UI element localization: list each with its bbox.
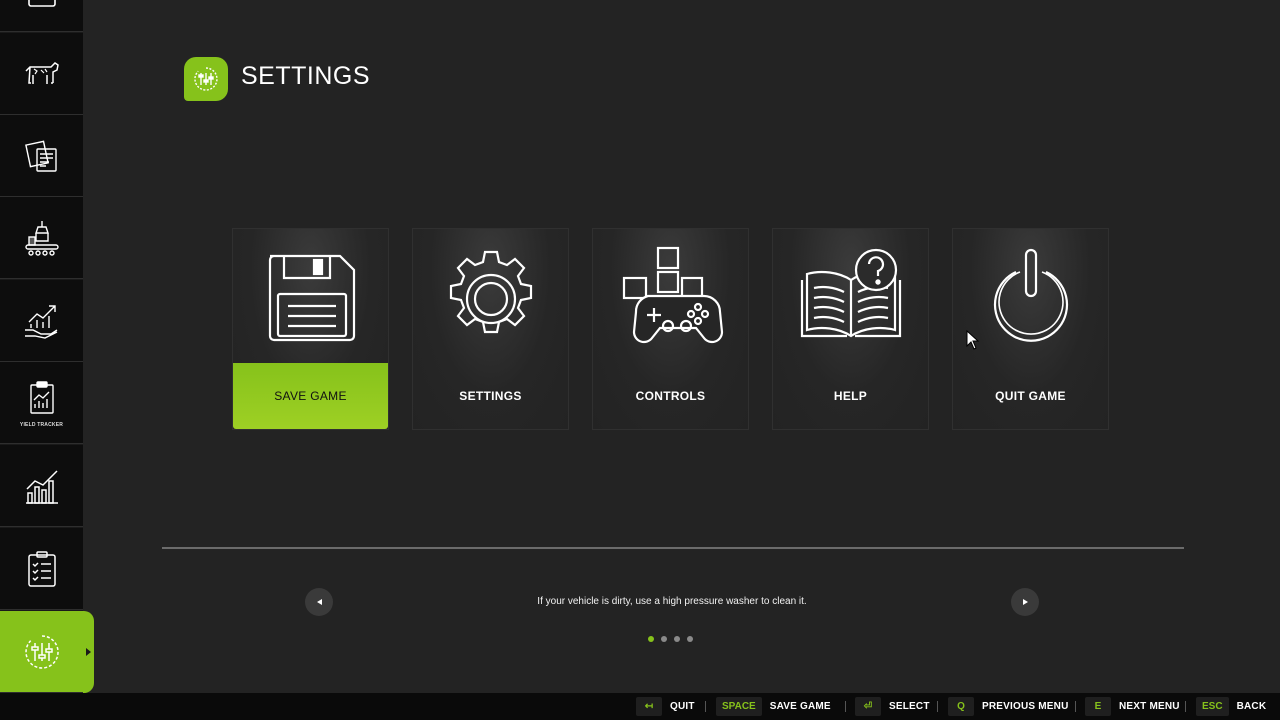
animals-icon: [24, 61, 59, 84]
tip-next-button[interactable]: [1011, 588, 1039, 616]
garage-icon: [27, 0, 56, 7]
sidebar-item-animals[interactable]: [0, 33, 83, 115]
sidebar-item-garage[interactable]: [0, 0, 83, 32]
hint-label: NEXT MENU: [1119, 701, 1180, 712]
sidebar-item-production[interactable]: [0, 197, 83, 279]
hint-label: SELECT: [889, 701, 930, 712]
sidebar-item-settings[interactable]: [0, 611, 83, 693]
key-space: SPACE: [716, 697, 762, 716]
key-backspace: ↤: [636, 697, 662, 716]
yield-tracker-icon: [29, 380, 54, 414]
tile-label: HELP: [833, 389, 868, 403]
page-dot[interactable]: [648, 636, 654, 642]
tip-text: If your vehicle is dirty, use a high pre…: [537, 596, 807, 607]
sidebar-item-yield-tracker[interactable]: YIELD TRACKER: [0, 362, 83, 444]
tile-label: SAVE GAME: [233, 363, 388, 429]
sidebar-item-contracts[interactable]: [0, 115, 83, 197]
hint-separator: [937, 701, 938, 712]
tile-label: CONTROLS: [635, 389, 706, 403]
floppy-disk-icon: [268, 254, 355, 342]
arrow-right-icon: [1022, 599, 1028, 605]
hint-separator: [845, 701, 846, 712]
hint-previous-menu[interactable]: Q PREVIOUS MENU: [948, 697, 1069, 716]
contracts-icon: [24, 140, 57, 172]
hint-quit[interactable]: ↤ QUIT: [636, 697, 695, 716]
mouse-cursor-icon: [966, 330, 980, 350]
finances-icon: [24, 304, 57, 339]
sidebar-item-statistics[interactable]: [0, 445, 83, 527]
tile-label: QUIT GAME: [995, 389, 1066, 403]
hint-label: SAVE GAME: [769, 701, 831, 712]
settings-title-icon: [184, 57, 228, 101]
hint-separator: [705, 701, 706, 712]
tile-settings[interactable]: SETTINGS: [412, 228, 569, 430]
statistics-icon: [25, 469, 58, 504]
page-dot[interactable]: [661, 636, 667, 642]
divider: [162, 547, 1184, 549]
production-icon: [24, 220, 59, 256]
power-icon: [993, 248, 1068, 342]
key-q: Q: [948, 697, 974, 716]
sidebar-item-finances[interactable]: [0, 280, 83, 362]
key-e: E: [1085, 697, 1111, 716]
game-menu-screen: YIELD TRACKER SETTINGS SAVE GAME SETTING…: [0, 0, 1280, 720]
hint-back[interactable]: ESC BACK: [1196, 697, 1266, 716]
hint-next-menu[interactable]: E NEXT MENU: [1085, 697, 1180, 716]
tile-label: SETTINGS: [459, 389, 522, 403]
page-dot[interactable]: [674, 636, 680, 642]
key-esc: ESC: [1196, 697, 1229, 716]
tile-controls[interactable]: CONTROLS: [592, 228, 749, 430]
hint-select[interactable]: ⏎ SELECT: [855, 697, 930, 716]
gear-icon: [449, 250, 532, 334]
hint-label: QUIT: [670, 701, 695, 712]
key-enter: ⏎: [855, 697, 881, 716]
gamepad-icon: [622, 246, 723, 344]
tasks-icon: [27, 550, 56, 587]
arrow-left-icon: [316, 599, 322, 605]
tip-prev-button[interactable]: [305, 588, 333, 616]
sidebar-item-tasks[interactable]: [0, 528, 83, 610]
hint-separator: [1075, 701, 1076, 712]
sidebar-caption-yield-tracker: YIELD TRACKER: [19, 421, 64, 428]
hint-label: BACK: [1236, 701, 1267, 712]
page-dot[interactable]: [687, 636, 693, 642]
hint-separator: [1185, 701, 1186, 712]
tile-quit-game[interactable]: QUIT GAME: [952, 228, 1109, 430]
tile-save-game[interactable]: SAVE GAME: [232, 228, 389, 430]
settings-icon: [24, 634, 59, 669]
hint-label: PREVIOUS MENU: [982, 701, 1069, 712]
help-book-icon: [800, 248, 901, 338]
tip-pagination: [648, 636, 693, 642]
sidebar-active-arrow-icon: [86, 648, 91, 656]
hint-save-game[interactable]: SPACE SAVE GAME: [716, 697, 831, 716]
tile-help[interactable]: HELP: [772, 228, 929, 430]
page-title: SETTINGS: [241, 62, 371, 90]
sidebar: YIELD TRACKER: [0, 0, 83, 693]
